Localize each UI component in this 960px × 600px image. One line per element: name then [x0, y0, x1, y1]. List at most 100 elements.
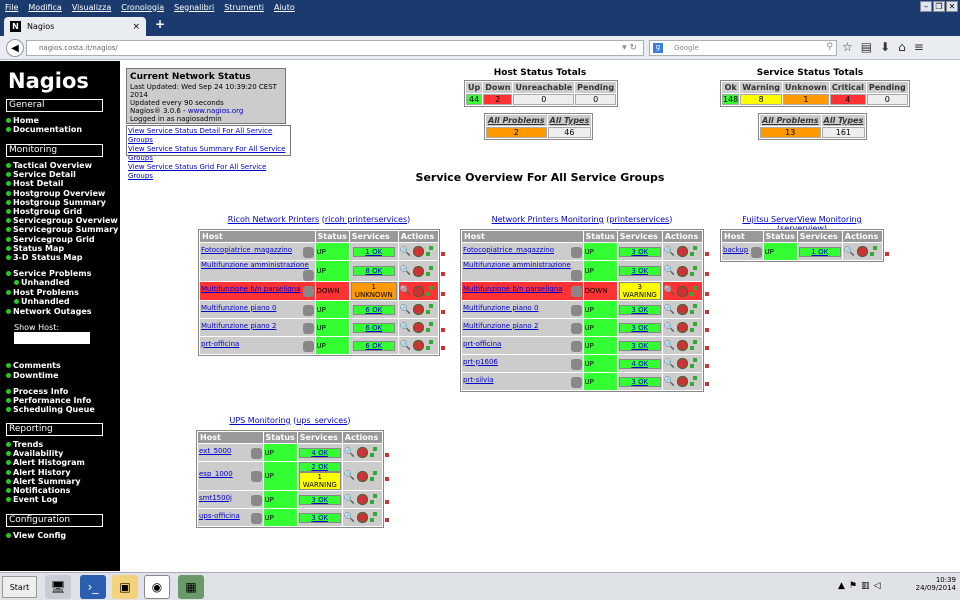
col-pending[interactable]: Pending	[575, 82, 617, 93]
sidebar-link[interactable]: Availability	[6, 449, 63, 458]
host-cell[interactable]: Fotocopiatrice_magazzino	[200, 243, 315, 260]
col-unreachable[interactable]: Unreachable	[513, 82, 575, 93]
clock[interactable]: 10:39 24/09/2014	[916, 576, 956, 592]
host-link[interactable]: backup	[723, 246, 748, 254]
search-icon[interactable]: ⚲	[826, 42, 833, 52]
col-critical[interactable]: Critical	[829, 82, 866, 93]
sidebar-link[interactable]: Scheduling Queue	[6, 405, 95, 414]
service-count-link[interactable]: 3 OK	[618, 304, 661, 315]
sidebar-link[interactable]: Alert Summary	[6, 477, 81, 486]
status-map-icon[interactable]	[357, 470, 368, 482]
minimize-icon[interactable]: –	[920, 1, 932, 12]
menu-item[interactable]: Strumenti	[219, 3, 269, 12]
sidebar-link[interactable]: Unhandled	[14, 297, 70, 306]
search-icon[interactable]: 🔍	[400, 247, 411, 257]
host-cell[interactable]: Fotocopiatrice_magazzino	[462, 243, 583, 260]
restore-icon[interactable]: ❐	[933, 1, 945, 12]
host-link[interactable]: Fotocopiatrice_magazzino	[201, 246, 292, 254]
group-name-link[interactable]: UPS Monitoring	[229, 416, 290, 425]
back-arrow-icon[interactable]: ◀	[6, 39, 24, 57]
service-count-link[interactable]: 6 OK	[352, 340, 395, 351]
search-icon[interactable]: 🔍	[664, 341, 675, 351]
network-tree-icon[interactable]	[426, 322, 445, 333]
service-count-link[interactable]: 3 OK	[618, 340, 661, 351]
host-link[interactable]: Multifunzione b/n parseligna	[201, 285, 300, 293]
sidebar-link[interactable]: Home	[6, 116, 39, 125]
host-link[interactable]: Multifunzione amministrazione	[201, 261, 309, 269]
group-name-link[interactable]: Ricoh Network Printers	[228, 215, 319, 224]
sidebar-link[interactable]: Hostgroup Summary	[6, 198, 106, 207]
network-tree-icon[interactable]	[690, 322, 709, 333]
search-icon[interactable]: 🔍	[344, 448, 355, 458]
sidebar-link[interactable]: Event Log	[6, 495, 58, 504]
network-tree-icon[interactable]	[426, 265, 445, 277]
search-icon[interactable]: 🔍	[344, 513, 355, 523]
search-icon[interactable]: 🔍	[844, 247, 855, 257]
host-link[interactable]: prt-officina	[201, 340, 239, 348]
server-manager-icon[interactable]: 🖥	[45, 575, 71, 599]
menu-icon[interactable]: ≡	[914, 40, 924, 54]
close-tab-icon[interactable]: ×	[132, 22, 140, 32]
host-link[interactable]: esp_1000	[199, 470, 233, 478]
status-map-icon[interactable]	[413, 246, 424, 257]
menu-item[interactable]: Modifica	[23, 3, 66, 12]
col-unknown[interactable]: Unknown	[783, 82, 829, 93]
host-cell[interactable]: prt-silvia	[462, 373, 583, 390]
host-cell[interactable]: Multifunzione piano 0	[462, 301, 583, 318]
link-status-detail[interactable]: View Service Status Detail For All Servi…	[128, 127, 289, 145]
service-count-link[interactable]: 3 OK	[618, 322, 661, 333]
menu-item[interactable]: Visualizza	[67, 3, 116, 12]
status-map-icon[interactable]	[677, 265, 688, 277]
status-map-icon[interactable]	[413, 265, 424, 277]
service-count-link[interactable]: 8 OK	[352, 266, 395, 276]
sidebar-link[interactable]: Status Map	[6, 244, 64, 253]
sidebar-link[interactable]: Service Problems	[6, 269, 91, 278]
host-cell[interactable]: prt-p1606	[462, 355, 583, 372]
service-count-link[interactable]: 3 OK	[298, 494, 341, 505]
new-tab-icon[interactable]: +	[155, 17, 165, 31]
sidebar-link[interactable]: Performance Info	[6, 396, 91, 405]
network-tree-icon[interactable]	[870, 246, 889, 257]
network-tree-icon[interactable]	[370, 512, 389, 523]
show-host-input[interactable]	[14, 332, 90, 344]
search-icon[interactable]: 🔍	[400, 266, 411, 276]
search-icon[interactable]: 🔍	[344, 471, 355, 481]
host-cell[interactable]: Multifunzione amministrazione	[462, 261, 583, 281]
service-count-link[interactable]: 3 WARNING	[618, 282, 661, 300]
col-down[interactable]: Down	[483, 82, 513, 93]
menu-item[interactable]: Segnalibri	[169, 3, 219, 12]
network-tree-icon[interactable]	[370, 470, 389, 482]
sidebar-link[interactable]: Service Detail	[6, 170, 76, 179]
col-up[interactable]: Up	[466, 82, 483, 93]
host-cell[interactable]: Multifunzione piano 2	[200, 319, 315, 336]
network-tree-icon[interactable]	[690, 246, 709, 257]
sidebar-link[interactable]: View Config	[6, 531, 66, 540]
nagios-link[interactable]: www.nagios.org	[188, 107, 244, 115]
host-link[interactable]: smt1500j	[199, 494, 232, 502]
host-link[interactable]: Multifunzione piano 2	[463, 322, 538, 330]
menu-item[interactable]: Aiuto	[269, 3, 300, 12]
powershell-icon[interactable]: ›_	[80, 575, 106, 599]
sidebar-link[interactable]: Network Outages	[6, 307, 92, 316]
status-map-icon[interactable]	[677, 246, 688, 257]
host-link[interactable]: prt-silvia	[463, 376, 494, 384]
menu-item[interactable]: Cronologia	[116, 3, 169, 12]
group-id-link[interactable]: printerservices	[609, 215, 669, 224]
host-cell[interactable]: smt1500j	[198, 491, 263, 508]
status-map-icon[interactable]	[413, 285, 424, 297]
host-link[interactable]: ext_5000	[199, 447, 231, 455]
status-map-icon[interactable]	[677, 340, 688, 351]
status-map-icon[interactable]	[857, 246, 868, 257]
search-icon[interactable]: 🔍	[344, 495, 355, 505]
host-cell[interactable]: prt-officina	[462, 337, 583, 354]
home-icon[interactable]: ⌂	[898, 40, 906, 54]
service-count-link[interactable]: 3 OK	[618, 266, 661, 276]
status-map-icon[interactable]	[357, 447, 368, 458]
service-count-link[interactable]: 6 OK	[352, 304, 395, 315]
host-link[interactable]: Multifunzione piano 0	[201, 304, 276, 312]
flag-icon[interactable]: ⚑	[849, 581, 857, 591]
host-link[interactable]: prt-p1606	[463, 358, 498, 366]
download-icon[interactable]: ⬇	[880, 40, 890, 54]
status-map-icon[interactable]	[677, 322, 688, 333]
search-icon[interactable]: 🔍	[664, 359, 675, 369]
